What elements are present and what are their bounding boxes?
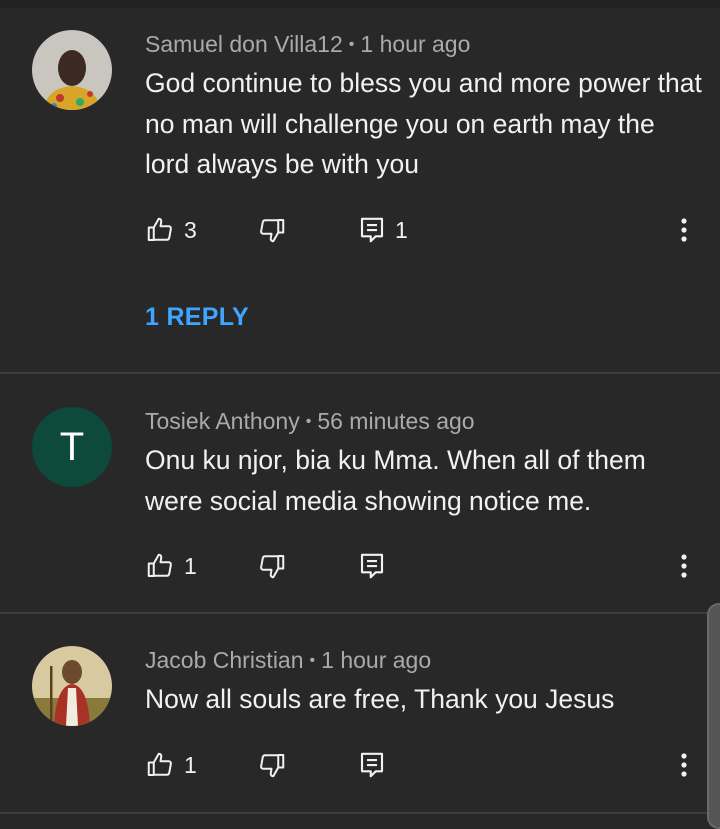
like-count: 1 (184, 751, 197, 778)
reply-button[interactable]: 1 (358, 213, 408, 247)
comment-text: Onu ku njor, bia ku Mma. When all of the… (145, 445, 646, 516)
thumbs-up-icon (147, 217, 172, 241)
author-name[interactable]: Samuel don Villa12 (145, 31, 343, 57)
author-name[interactable]: Tosiek Anthony (145, 408, 300, 434)
divider (0, 812, 720, 814)
comment-meta: Samuel don Villa12 • 1 hour ago (145, 31, 470, 58)
more-vert-icon (681, 554, 687, 578)
avatar-letter: T (59, 424, 85, 469)
scrollbar-thumb[interactable] (707, 603, 720, 829)
author-name[interactable]: Jacob Christian (145, 647, 304, 673)
avatar[interactable]: T (32, 407, 112, 487)
comment-meta: Jacob Christian • 1 hour ago (145, 647, 431, 674)
reply-button[interactable] (358, 748, 386, 782)
comment-item: T Tosiek Anthony • 56 minutes ago Onu ku n… (0, 374, 720, 612)
dislike-button[interactable] (257, 213, 287, 247)
separator: • (305, 413, 312, 430)
thumbs-up-icon (147, 752, 172, 776)
comment-text: God continue to bless you and more power… (145, 68, 702, 179)
comment-actions: 1 (0, 549, 720, 583)
separator: • (309, 652, 316, 669)
reply-button[interactable] (358, 549, 386, 583)
comment-icon (360, 217, 384, 243)
like-button[interactable]: 1 (145, 748, 197, 782)
like-count: 3 (184, 216, 197, 243)
comment-actions: 1 (0, 748, 720, 782)
comment-icon (360, 553, 384, 579)
view-replies-link[interactable]: 1 REPLY (145, 303, 249, 332)
comment-text: Now all souls are free, Thank you Jesus (145, 684, 615, 714)
more-options-button[interactable] (670, 748, 698, 782)
thumbs-down-icon (260, 219, 285, 243)
more-vert-icon (681, 753, 687, 777)
reply-count: 1 (395, 216, 408, 243)
separator: • (348, 36, 355, 53)
dislike-button[interactable] (257, 549, 287, 583)
timestamp[interactable]: 1 hour ago (321, 647, 431, 673)
comment-meta: Tosiek Anthony • 56 minutes ago (145, 408, 475, 435)
avatar[interactable] (32, 30, 112, 110)
more-vert-icon (681, 218, 687, 242)
like-button[interactable]: 3 (145, 213, 197, 247)
thumbs-up-icon (147, 553, 172, 577)
avatar[interactable] (32, 646, 112, 726)
thumbs-down-icon (260, 754, 285, 778)
more-options-button[interactable] (670, 213, 698, 247)
dislike-button[interactable] (257, 748, 287, 782)
timestamp[interactable]: 56 minutes ago (317, 408, 474, 434)
more-options-button[interactable] (670, 549, 698, 583)
thumbs-down-icon (260, 555, 285, 579)
like-count: 1 (184, 552, 197, 579)
timestamp[interactable]: 1 hour ago (360, 31, 470, 57)
like-button[interactable]: 1 (145, 549, 197, 583)
comment-icon (360, 752, 384, 778)
comment-item: Samuel don Villa12 • 1 hour ago God contin… (0, 0, 720, 372)
comment-item: Jacob Christian • 1 hour ago Now all souls… (0, 614, 720, 812)
comment-actions: 3 1 (0, 213, 720, 247)
